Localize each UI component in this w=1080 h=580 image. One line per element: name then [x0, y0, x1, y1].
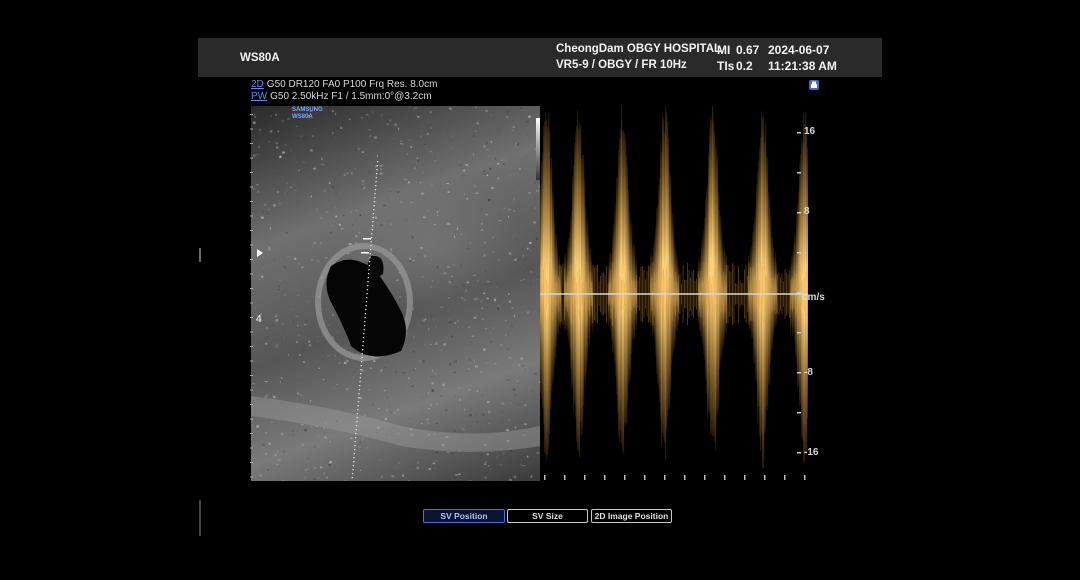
- param-line-pw: PW G50 2.50kHz F1 / 1.5mm:0°@3.2cm: [251, 91, 432, 102]
- hospital-name: CheongDam OBGY HOSPITAL: [556, 43, 722, 55]
- param-2d-text: G50 DR120 FA0 P100 Frq Res. 8.0cm: [266, 79, 438, 90]
- time-ticks: [544, 475, 806, 480]
- sample-volume-line[interactable]: [251, 106, 540, 481]
- sv-size-button[interactable]: SV Size: [507, 509, 588, 523]
- device-model: WS80A: [240, 52, 280, 64]
- param-line-2d: 2D G50 DR120 FA0 P100 Frq Res. 8.0cm: [251, 79, 437, 90]
- scale-16: 16: [804, 126, 816, 137]
- print-icon[interactable]: [808, 79, 820, 91]
- left-edge-marker-bottom: [199, 500, 201, 536]
- exam-time: 11:21:38 AM: [768, 59, 837, 73]
- scale-minus-8: -8: [804, 367, 813, 378]
- left-edge-marker: [199, 248, 201, 262]
- tis-value: 0.2: [736, 59, 753, 73]
- scale-8: 8: [804, 206, 810, 217]
- mode-pw-label[interactable]: PW: [251, 91, 267, 102]
- exam-date: 2024-06-07: [768, 43, 830, 57]
- preset-info: VR5-9 / OBGY / FR 10Hz: [556, 59, 687, 71]
- tis-label: TIs: [717, 59, 735, 73]
- mi-label: MI: [717, 43, 731, 57]
- header-bar: WS80A CheongDam OBGY HOSPITAL VR5-9 / OB…: [198, 38, 882, 77]
- mode-2d-label[interactable]: 2D: [251, 79, 264, 90]
- sv-position-button[interactable]: SV Position: [423, 509, 505, 523]
- scale-minus-16: -16: [804, 447, 819, 458]
- mi-value: 0.67: [736, 43, 760, 57]
- doppler-spectrum[interactable]: [540, 106, 808, 481]
- param-pw-text: G50 2.50kHz F1 / 1.5mm:0°@3.2cm: [270, 91, 432, 102]
- image-position-button[interactable]: 2D Image Position: [591, 509, 672, 523]
- scale-unit: cm/s: [802, 292, 825, 303]
